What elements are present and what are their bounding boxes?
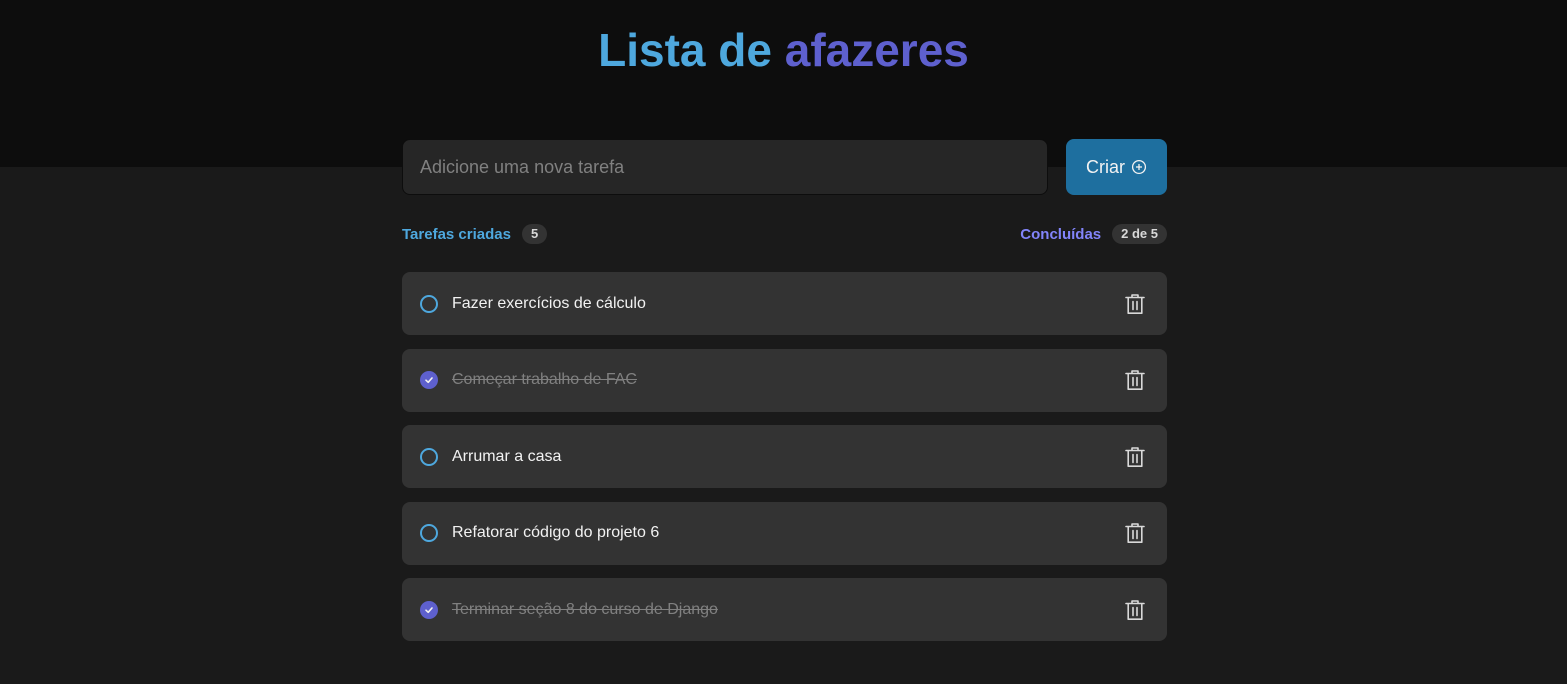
done-counter-badge: 2 de 5 (1112, 224, 1167, 244)
task-checkbox-checked[interactable] (419, 600, 439, 620)
task-item: Começar trabalho de FAC (402, 348, 1167, 412)
create-button-label: Criar (1086, 156, 1125, 177)
task-text: Fazer exercícios de cálculo (452, 294, 646, 312)
delete-task-button[interactable] (1123, 521, 1147, 545)
task-item: Arrumar a casa (402, 425, 1167, 488)
delete-task-button[interactable] (1123, 368, 1147, 392)
new-task-form: Criar (402, 139, 1167, 195)
unchecked-circle-icon (420, 294, 438, 313)
unchecked-circle-icon (420, 447, 438, 466)
task-checkbox[interactable] (419, 294, 439, 314)
unchecked-circle-icon (420, 524, 438, 542)
delete-task-button[interactable] (1123, 598, 1147, 622)
task-counters: Tarefas criadas 5 Concluídas 2 de 5 (402, 222, 1167, 246)
trash-icon (1125, 599, 1145, 620)
title-part-1: Lista de (598, 24, 772, 76)
task-list: Fazer exercícios de cálculo Começar traba… (402, 272, 1167, 655)
task-item: Fazer exercícios de cálculo (402, 272, 1167, 335)
trash-icon (1125, 370, 1145, 390)
task-text: Começar trabalho de FAC (452, 371, 637, 388)
task-item: Terminar seção 8 do curso de Django (402, 578, 1167, 641)
task-item: Refatorar código do projeto 6 (402, 501, 1167, 565)
trash-icon (1125, 523, 1145, 543)
title-part-2: afazeres (784, 24, 969, 76)
create-button[interactable]: Criar (1066, 139, 1167, 195)
check-icon (420, 371, 438, 389)
task-checkbox[interactable] (419, 523, 439, 543)
task-text: Terminar seção 8 do curso de Django (452, 600, 718, 618)
created-counter-label: Tarefas criadas (402, 225, 511, 243)
delete-task-button[interactable] (1123, 445, 1147, 469)
created-counter-badge: 5 (521, 224, 548, 244)
delete-task-button[interactable] (1123, 292, 1147, 316)
task-checkbox-checked[interactable] (419, 370, 439, 390)
task-checkbox[interactable] (419, 447, 439, 467)
trash-icon (1125, 446, 1145, 467)
created-counter: Tarefas criadas 5 (402, 222, 548, 246)
new-task-input[interactable] (402, 139, 1048, 195)
task-text: Refatorar código do projeto 6 (452, 524, 660, 541)
done-counter-label: Concluídas (1020, 225, 1102, 243)
check-icon (420, 600, 438, 619)
plus-circle-icon (1131, 159, 1147, 175)
page-title: Lista de afazeres (0, 22, 1567, 78)
trash-icon (1125, 293, 1145, 314)
task-text: Arrumar a casa (452, 447, 562, 465)
done-counter: Concluídas 2 de 5 (1020, 222, 1167, 246)
